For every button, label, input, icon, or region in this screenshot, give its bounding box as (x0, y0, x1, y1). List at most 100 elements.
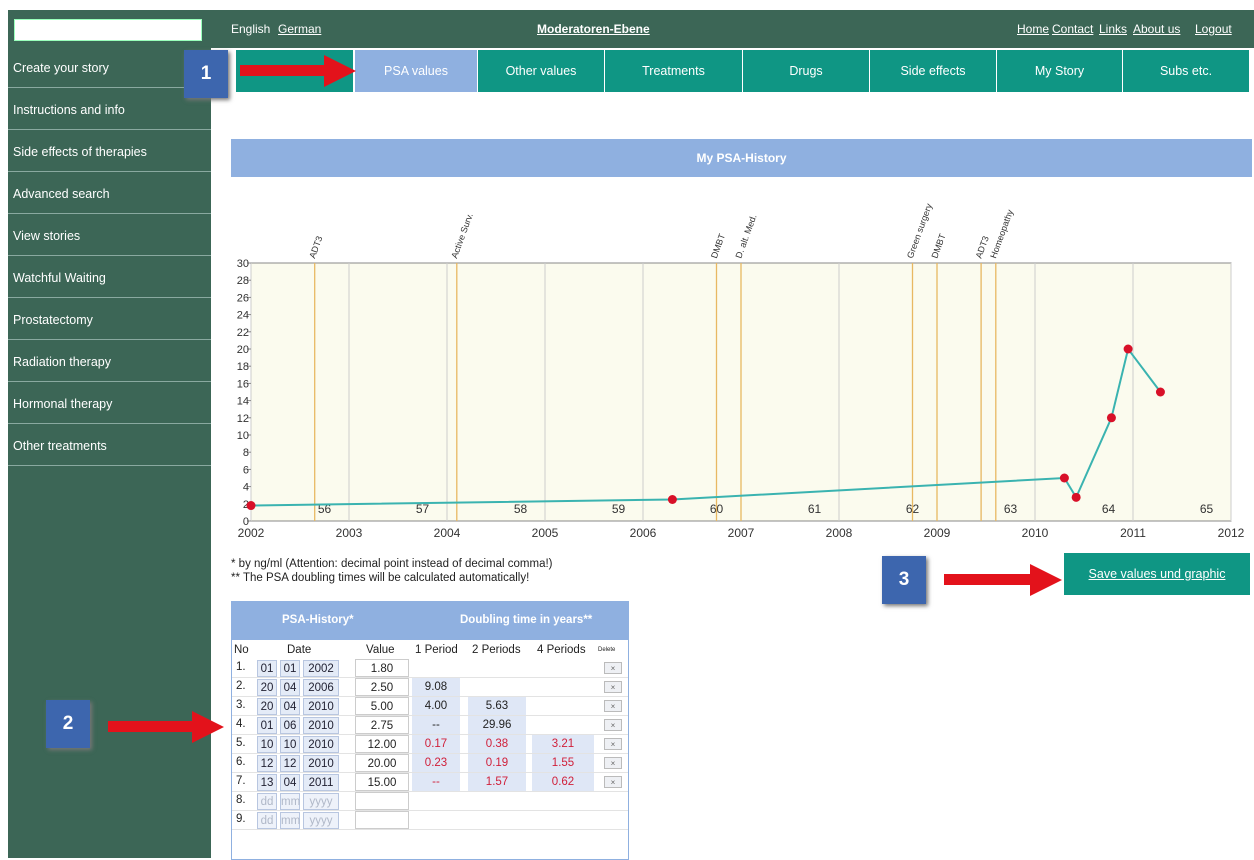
delete-row-button[interactable]: × (604, 662, 622, 674)
date-year-input[interactable]: 2010 (303, 736, 339, 753)
col-2-periods: 2 Periods (472, 644, 521, 656)
period-4-value: 0.62 (532, 773, 594, 791)
y-tick-label: 22 (237, 327, 249, 339)
date-month-input[interactable]: 12 (280, 755, 300, 772)
date-year-input[interactable]: 2010 (303, 755, 339, 772)
delete-row-button[interactable]: × (604, 700, 622, 712)
sidebar-item-prostatectomy[interactable]: Prostatectomy (8, 300, 211, 340)
logout-link[interactable]: Logout (1195, 22, 1232, 36)
tab-my-story[interactable]: My Story (997, 50, 1123, 92)
lang-german-link[interactable]: German (278, 22, 321, 36)
date-year-input[interactable]: yyyy (303, 812, 339, 829)
y-tick-label: 4 (243, 482, 249, 494)
tab-side-effects[interactable]: Side effects (870, 50, 997, 92)
date-month-input[interactable]: 04 (280, 698, 300, 715)
date-month-input[interactable]: 10 (280, 736, 300, 753)
sidebar-item-instructions[interactable]: Instructions and info (8, 90, 211, 130)
about-us-link[interactable]: About us (1133, 22, 1180, 36)
sidebar-item-watchful-waiting[interactable]: Watchful Waiting (8, 258, 211, 298)
period-1-value: 0.17 (412, 735, 460, 753)
date-day-input[interactable]: 01 (257, 660, 277, 677)
row-number: 9. (236, 813, 246, 825)
value-input[interactable] (355, 811, 409, 829)
sidebar-item-radiation-therapy[interactable]: Radiation therapy (8, 342, 211, 382)
date-day-input[interactable]: 01 (257, 717, 277, 734)
age-label: 59 (612, 502, 626, 516)
age-label: 65 (1200, 502, 1214, 516)
tab-psa-values[interactable]: PSA values (355, 50, 478, 92)
x-tick-label: 2007 (728, 526, 755, 540)
sidebar-item-advanced-search[interactable]: Advanced search (8, 174, 211, 214)
y-tick-label: 20 (237, 344, 249, 356)
date-day-input[interactable]: 12 (257, 755, 277, 772)
date-year-input[interactable]: 2010 (303, 698, 339, 715)
value-input[interactable]: 20.00 (355, 754, 409, 772)
sidebar-item-hormonal-therapy[interactable]: Hormonal therapy (8, 384, 211, 424)
date-month-input[interactable]: 01 (280, 660, 300, 677)
value-input[interactable]: 2.75 (355, 716, 409, 734)
x-tick-label: 2006 (630, 526, 657, 540)
date-month-input[interactable]: mm (280, 812, 300, 829)
sidebar-item-other-treatments[interactable]: Other treatments (8, 426, 211, 466)
date-year-input[interactable]: 2011 (303, 774, 339, 791)
value-input[interactable] (355, 792, 409, 810)
psa-chart: 2002 2003 2004 2005 2006 2007 2008 2009 2010 2011… (237, 202, 1245, 540)
date-month-input[interactable]: 04 (280, 679, 300, 696)
date-day-input[interactable]: dd (257, 793, 277, 810)
y-tick-label: 0 (243, 516, 249, 528)
delete-row-button[interactable]: × (604, 738, 622, 750)
date-month-input[interactable]: 04 (280, 774, 300, 791)
x-tick-label: 2002 (238, 526, 265, 540)
home-link[interactable]: Home (1017, 22, 1049, 36)
date-year-input[interactable]: 2002 (303, 660, 339, 677)
sidebar-item-side-effects[interactable]: Side effects of therapies (8, 132, 211, 172)
date-day-input[interactable]: 20 (257, 698, 277, 715)
date-year-input[interactable]: yyyy (303, 793, 339, 810)
callout-arrow-2-icon (108, 711, 224, 743)
date-day-input[interactable]: 20 (257, 679, 277, 696)
date-year-input[interactable]: 2010 (303, 717, 339, 734)
delete-row-button[interactable]: × (604, 776, 622, 788)
page-title[interactable]: Moderatoren-Ebene (537, 22, 650, 36)
delete-row-button[interactable]: × (604, 757, 622, 769)
psa-data-point (1155, 387, 1165, 397)
delete-row-button[interactable]: × (604, 681, 622, 693)
tab-treatments[interactable]: Treatments (605, 50, 743, 92)
y-tick-label: 26 (237, 292, 249, 304)
value-input[interactable]: 15.00 (355, 773, 409, 791)
col-no: No (234, 644, 249, 656)
y-tick-label: 8 (243, 447, 249, 459)
save-values-button[interactable]: Save values und graphic (1064, 553, 1250, 595)
row-number: 8. (236, 794, 246, 806)
tab-other-values[interactable]: Other values (478, 50, 605, 92)
tab-drugs[interactable]: Drugs (743, 50, 870, 92)
period-1-value: -- (412, 773, 460, 791)
date-year-input[interactable]: 2006 (303, 679, 339, 696)
date-month-input[interactable]: 06 (280, 717, 300, 734)
links-link[interactable]: Links (1099, 22, 1127, 36)
col-delete: Delete (598, 647, 616, 653)
lang-english-link[interactable]: English (231, 22, 270, 36)
callout-arrow-1-icon (240, 55, 356, 87)
psa-data-point (667, 495, 677, 504)
value-input[interactable]: 12.00 (355, 735, 409, 753)
value-input[interactable]: 2.50 (355, 678, 409, 696)
value-input[interactable]: 5.00 (355, 697, 409, 715)
value-input[interactable]: 1.80 (355, 659, 409, 677)
contact-link[interactable]: Contact (1052, 22, 1093, 36)
table-header-psa-history: PSA-History* (282, 614, 354, 626)
date-day-input[interactable]: dd (257, 812, 277, 829)
date-day-input[interactable]: 13 (257, 774, 277, 791)
row-number: 4. (236, 718, 246, 730)
event-label: Homeopathy (988, 208, 1015, 260)
tab-subs[interactable]: Subs etc. (1123, 50, 1250, 92)
y-tick-label: 24 (237, 310, 249, 322)
col-value: Value (366, 644, 395, 656)
sidebar-item-view-stories[interactable]: View stories (8, 216, 211, 256)
sidebar-item-create-story[interactable]: Create your story (8, 48, 211, 88)
date-month-input[interactable]: mm (280, 793, 300, 810)
delete-row-button[interactable]: × (604, 719, 622, 731)
date-day-input[interactable]: 10 (257, 736, 277, 753)
search-input[interactable] (14, 19, 202, 41)
note-doubling: ** The PSA doubling times will be calcul… (231, 572, 530, 584)
